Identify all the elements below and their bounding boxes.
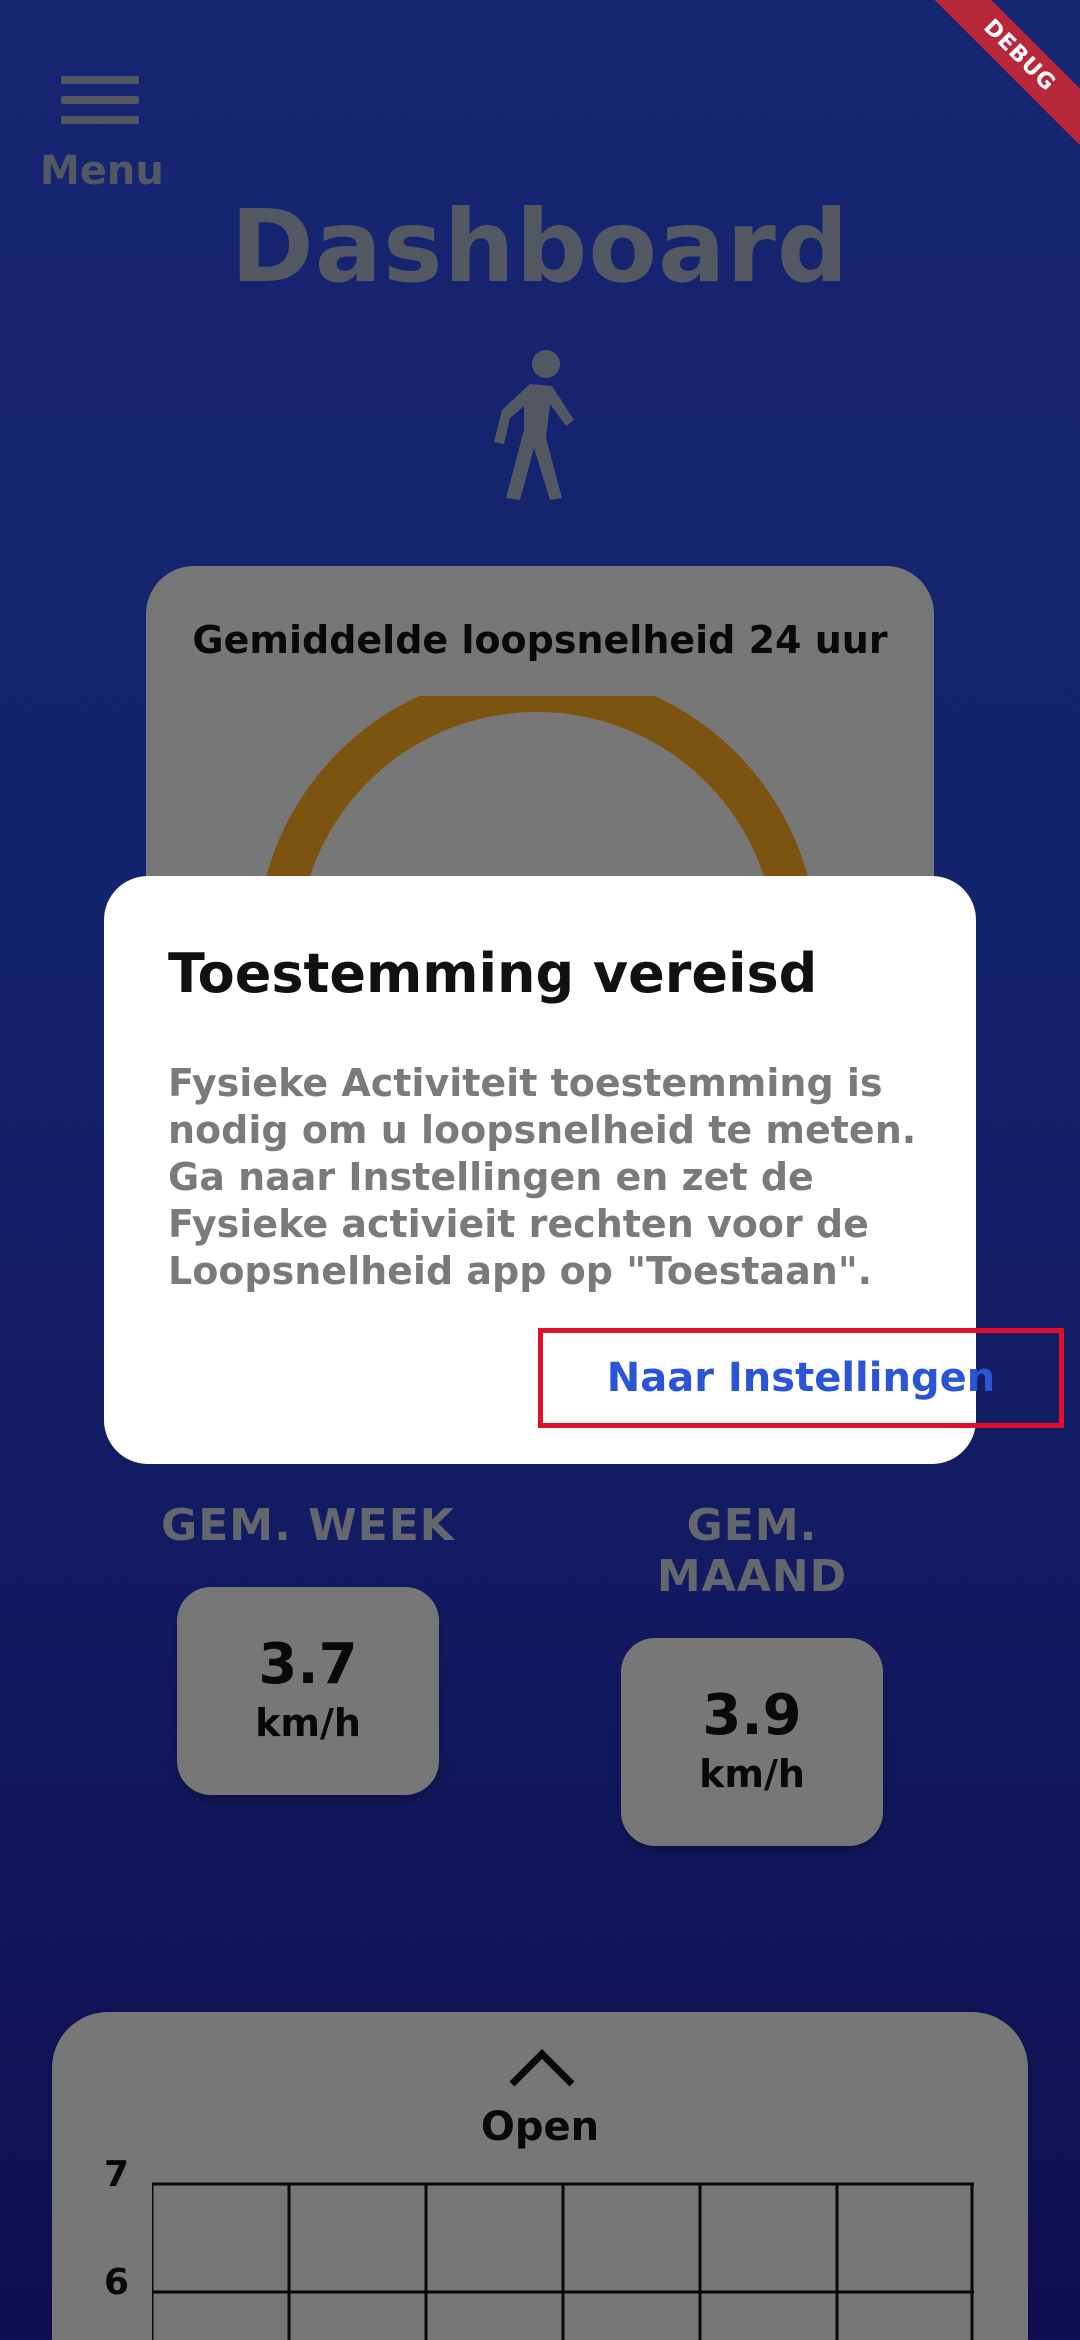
dialog-title: Toestemming vereisd: [168, 942, 818, 1005]
open-settings-button[interactable]: Naar Instellingen: [538, 1328, 1064, 1428]
dialog-body: Fysieke Activiteit toestemming is nodig …: [168, 1061, 917, 1293]
permission-dialog: Toestemming vereisd Fysieke Activiteit t…: [104, 876, 1064, 1464]
